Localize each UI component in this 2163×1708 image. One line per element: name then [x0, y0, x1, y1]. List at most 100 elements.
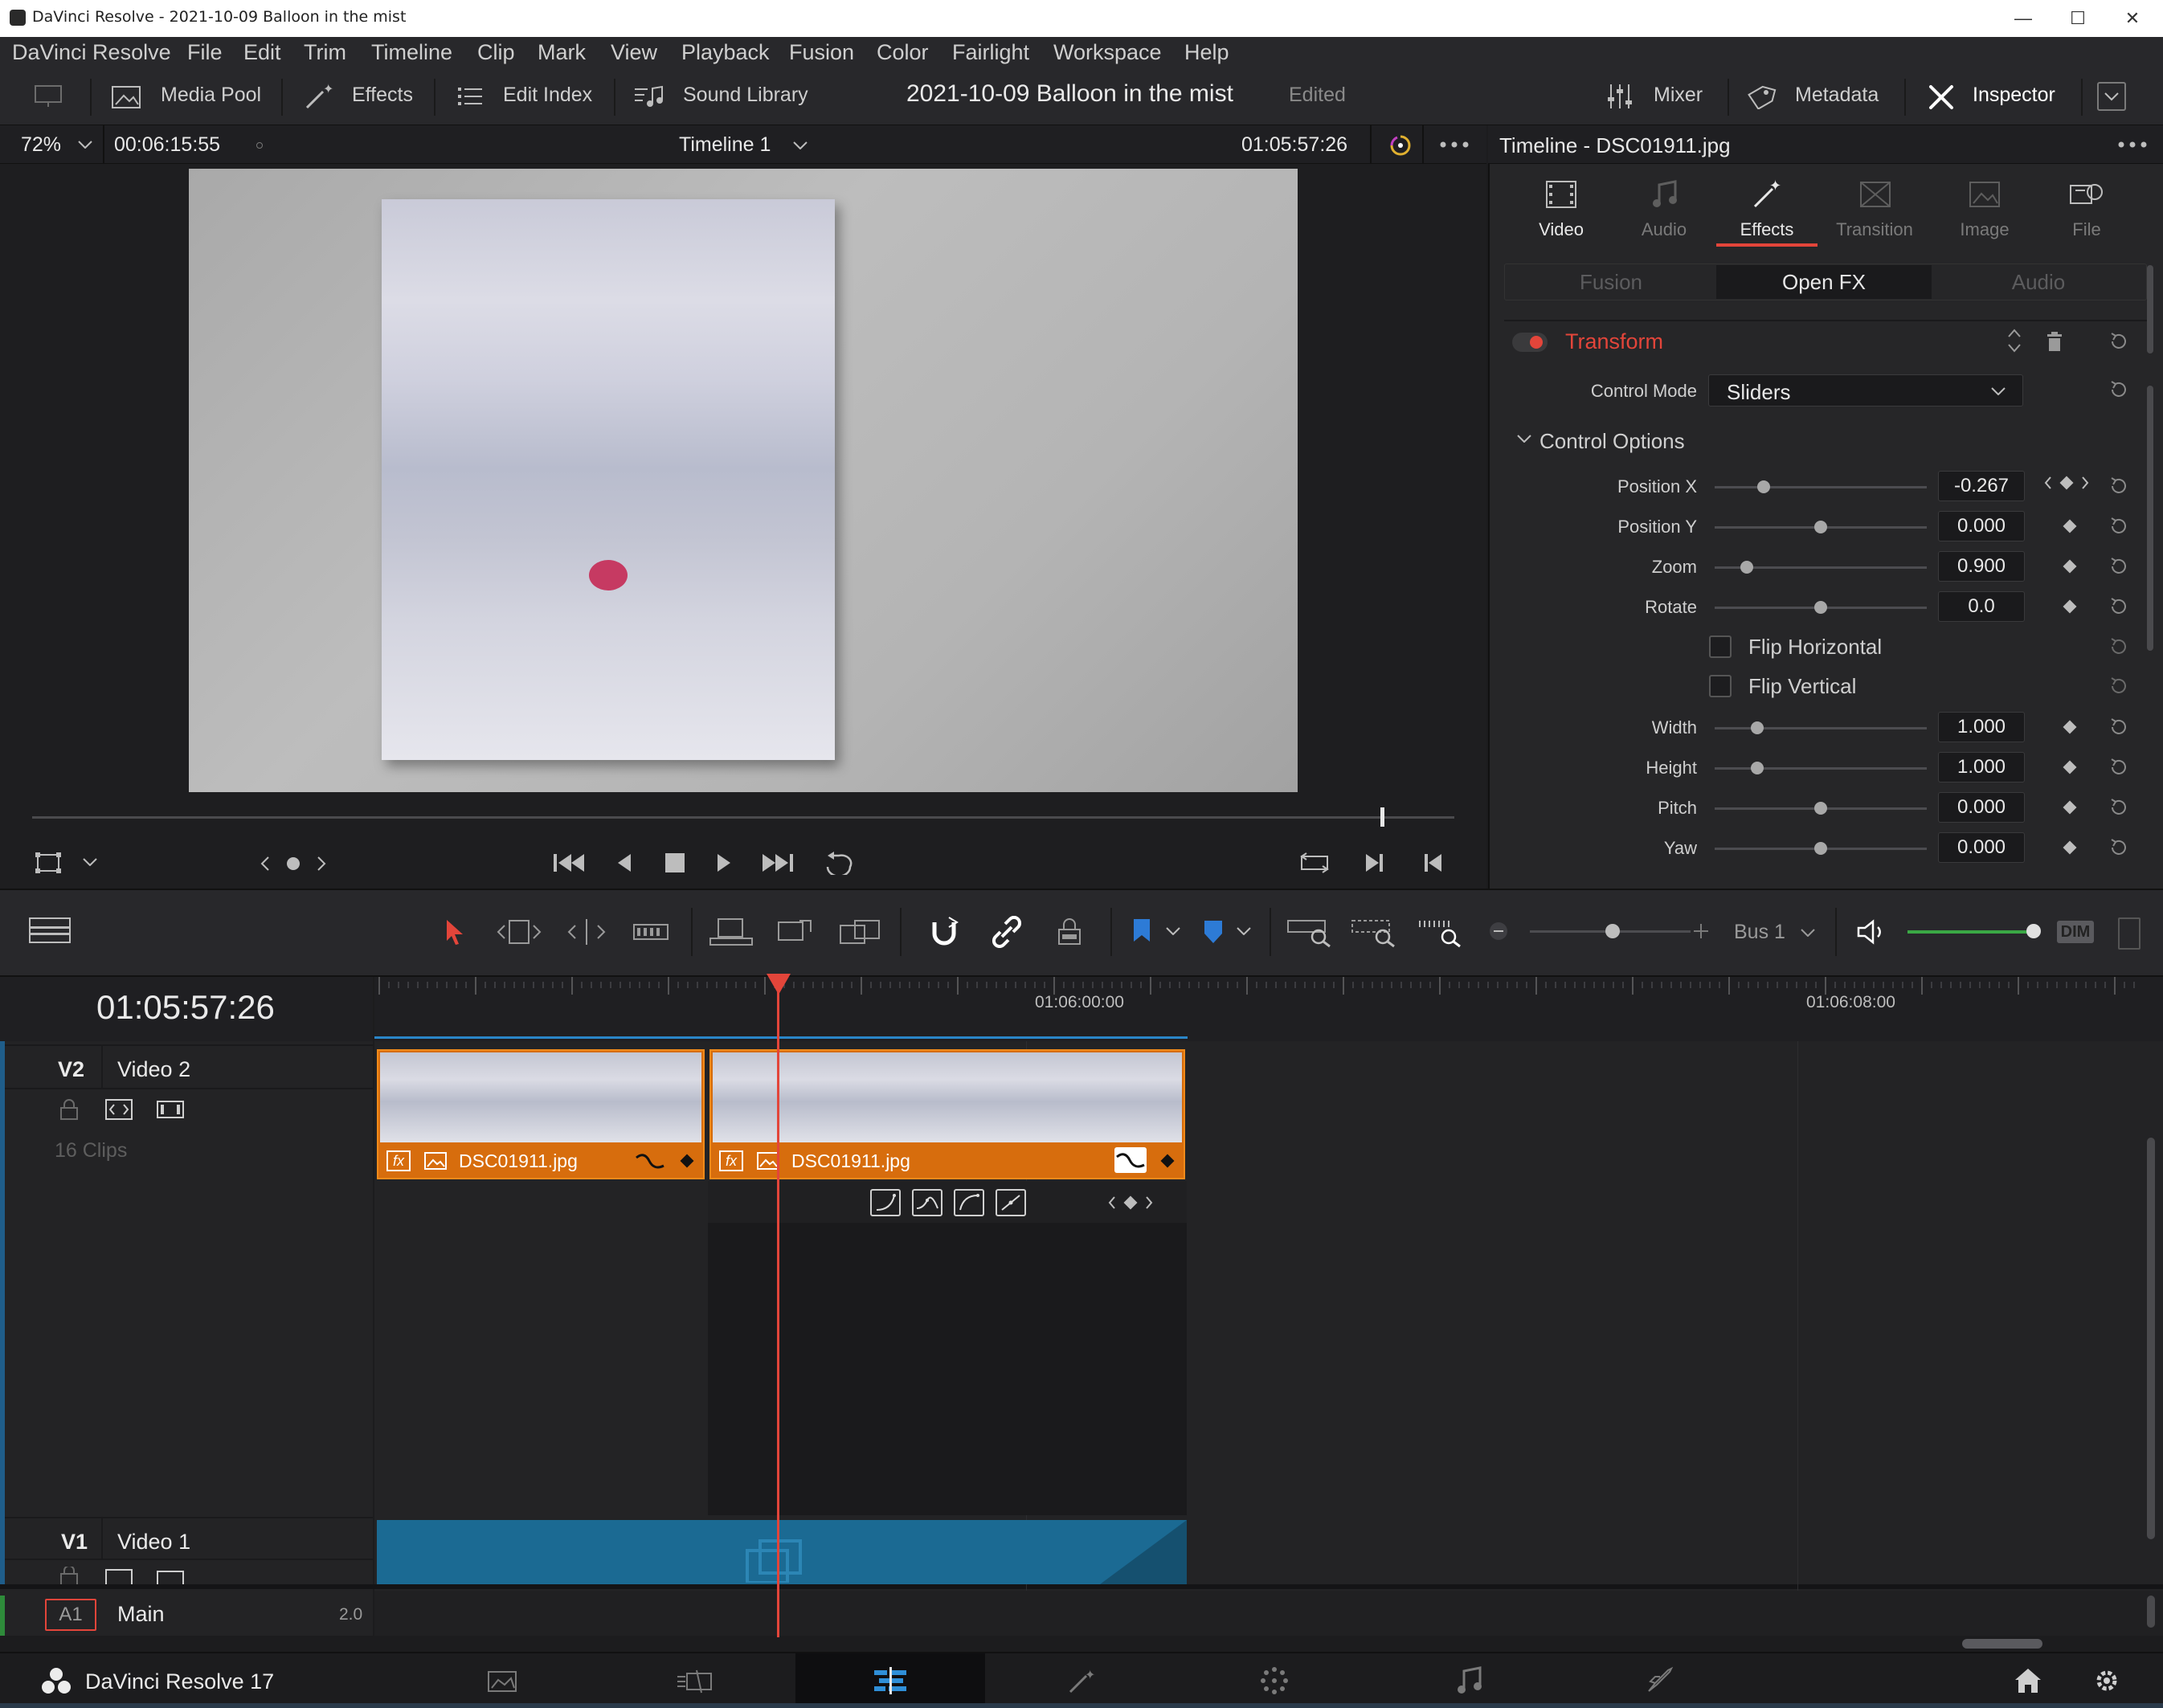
video-clip-1[interactable]: fx DSC01911.jpg [377, 1049, 705, 1179]
video-icon[interactable] [1543, 178, 1580, 210]
fairlight-page-icon[interactable] [1451, 1665, 1486, 1697]
close-window-button[interactable]: ✕ [2108, 3, 2157, 34]
edit-index-button[interactable]: Edit Index [503, 84, 592, 107]
trash-icon[interactable] [2044, 329, 2065, 353]
inspector-tools-icon[interactable] [1924, 80, 1959, 112]
linked-selection-icon[interactable] [987, 914, 1027, 950]
speaker-volume-icon[interactable] [1856, 917, 1890, 946]
chevron-down-icon[interactable] [1236, 926, 1252, 937]
param-value-field[interactable]: 1.000 [1938, 752, 2025, 782]
track-name-v2[interactable]: Video 2 [117, 1057, 190, 1082]
keyframe-navigation-icon[interactable] [2042, 474, 2091, 492]
lock-track-icon[interactable] [58, 1097, 80, 1122]
auto-select-track-icon[interactable] [103, 1097, 135, 1122]
param-slider-track[interactable] [1715, 727, 1927, 729]
chevron-down-icon[interactable] [1515, 432, 1533, 445]
cut-page-icon[interactable] [673, 1666, 718, 1697]
snapping-magnet-icon[interactable] [924, 914, 964, 950]
param-value-field[interactable]: 0.000 [1938, 511, 2025, 541]
menu-help[interactable]: Help [1184, 40, 1229, 65]
menu-timeline[interactable]: Timeline [371, 40, 452, 65]
mixer-button[interactable]: Mixer [1654, 84, 1703, 107]
param-slider-knob[interactable] [1814, 802, 1827, 815]
edit-page-tab-active[interactable] [795, 1653, 985, 1706]
menu-clip[interactable]: Clip [477, 40, 515, 65]
edit-page-icon[interactable] [871, 1665, 911, 1697]
reset-flip-vertical-icon[interactable] [2108, 676, 2129, 697]
reset-flip-horizontal-icon[interactable] [2108, 636, 2129, 657]
lock-track-icon[interactable] [58, 1567, 80, 1584]
tab-transition[interactable]: Transition [1826, 219, 1923, 240]
dim-button[interactable]: DIM [2057, 921, 2094, 943]
playhead-handle[interactable] [767, 974, 791, 995]
balloon-in-mist-photo[interactable] [382, 199, 835, 760]
metadata-tag-icon[interactable] [1744, 80, 1779, 112]
fx-badge[interactable]: fx [386, 1150, 411, 1171]
param-slider-track[interactable] [1715, 486, 1927, 488]
mixer-icon[interactable] [1604, 80, 1636, 112]
media-page-icon[interactable] [485, 1666, 521, 1697]
settings-gear-icon[interactable] [2091, 1665, 2123, 1697]
transform-overlay-icon[interactable] [34, 850, 63, 876]
control-mode-dropdown[interactable]: Sliders [1708, 374, 2023, 407]
linear-curve-icon[interactable] [996, 1189, 1026, 1216]
volume-slider-knob[interactable] [2026, 924, 2041, 938]
chevron-down-icon[interactable] [77, 138, 93, 151]
subtab-open-fx[interactable]: Open FX [1716, 265, 1932, 299]
param-slider-knob[interactable] [1814, 601, 1827, 614]
match-frame-icon[interactable] [1297, 848, 1332, 877]
param-value-field[interactable]: 0.000 [1938, 792, 2025, 823]
menu-view[interactable]: View [611, 40, 657, 65]
color-wheel-sync-icon[interactable] [1387, 133, 1414, 157]
menu-trim[interactable]: Trim [304, 40, 346, 65]
viewer-scrub-handle[interactable] [1380, 807, 1384, 827]
tab-image[interactable]: Image [1936, 219, 2033, 240]
loop-icon[interactable] [821, 848, 857, 877]
param-value-field[interactable]: -0.267 [1938, 471, 2025, 501]
maximize-button[interactable]: ☐ [2054, 3, 2102, 34]
menu-fairlight[interactable]: Fairlight [952, 40, 1029, 65]
chevron-down-icon[interactable] [1165, 926, 1181, 937]
param-value-field[interactable]: 0.900 [1938, 551, 2025, 582]
keyframe-navigation-icon[interactable] [1106, 1194, 1155, 1212]
param-slider-knob[interactable] [1757, 480, 1770, 493]
inspector-scrollbar-top[interactable] [2147, 265, 2153, 353]
tab-file[interactable]: File [2038, 219, 2135, 240]
reset-param-icon[interactable] [2108, 476, 2129, 496]
effect-enable-toggle[interactable] [1512, 333, 1548, 352]
param-slider-knob[interactable] [1751, 721, 1764, 734]
viewer-zoom-dropdown[interactable]: 72% [21, 133, 61, 157]
track-name-a1[interactable]: Main [117, 1602, 165, 1627]
next-edit-icon[interactable] [1360, 848, 1388, 877]
minimize-button[interactable]: — [1999, 3, 2047, 34]
param-slider-knob[interactable] [1751, 762, 1764, 774]
menu-workspace[interactable]: Workspace [1053, 40, 1162, 65]
curve-editor-icon-active[interactable] [1114, 1147, 1147, 1173]
reorder-updown-icon[interactable] [2006, 326, 2023, 355]
zoom-detail-icon[interactable] [1350, 914, 1398, 950]
control-options-section[interactable]: Control Options [1539, 429, 1685, 454]
reset-param-icon[interactable] [2108, 797, 2129, 818]
flip-vertical-checkbox[interactable] [1709, 675, 1732, 697]
zoom-in-plus-icon[interactable] [1692, 922, 1710, 940]
go-to-last-frame-icon[interactable] [758, 848, 795, 877]
menu-file[interactable]: File [187, 40, 223, 65]
effects-button[interactable]: Effects [352, 84, 413, 107]
reset-param-icon[interactable] [2108, 717, 2129, 738]
fx-badge[interactable]: fx [719, 1150, 743, 1171]
timeline-view-options-icon[interactable] [27, 914, 72, 946]
menu-davinci-resolve[interactable]: DaVinci Resolve [12, 40, 171, 65]
subtab-audio[interactable]: Audio [1932, 265, 2145, 299]
zoom-out-minus-icon[interactable] [1490, 922, 1507, 940]
inspector-more-icon[interactable] [2116, 137, 2149, 153]
track-name-v1[interactable]: Video 1 [117, 1530, 190, 1555]
video-clip-2-selected[interactable]: fx DSC01911.jpg [709, 1049, 1185, 1179]
tab-effects[interactable]: Effects [1719, 219, 1815, 240]
insert-clip-icon[interactable] [705, 916, 757, 948]
timeline-vertical-scrollbar[interactable] [2147, 1138, 2155, 1539]
zoom-full-extent-icon[interactable] [1286, 914, 1334, 950]
overwrite-clip-icon[interactable] [773, 916, 818, 948]
replace-clip-icon[interactable] [836, 916, 887, 948]
play-icon[interactable] [710, 848, 738, 877]
video-1-clip[interactable] [377, 1520, 1187, 1584]
